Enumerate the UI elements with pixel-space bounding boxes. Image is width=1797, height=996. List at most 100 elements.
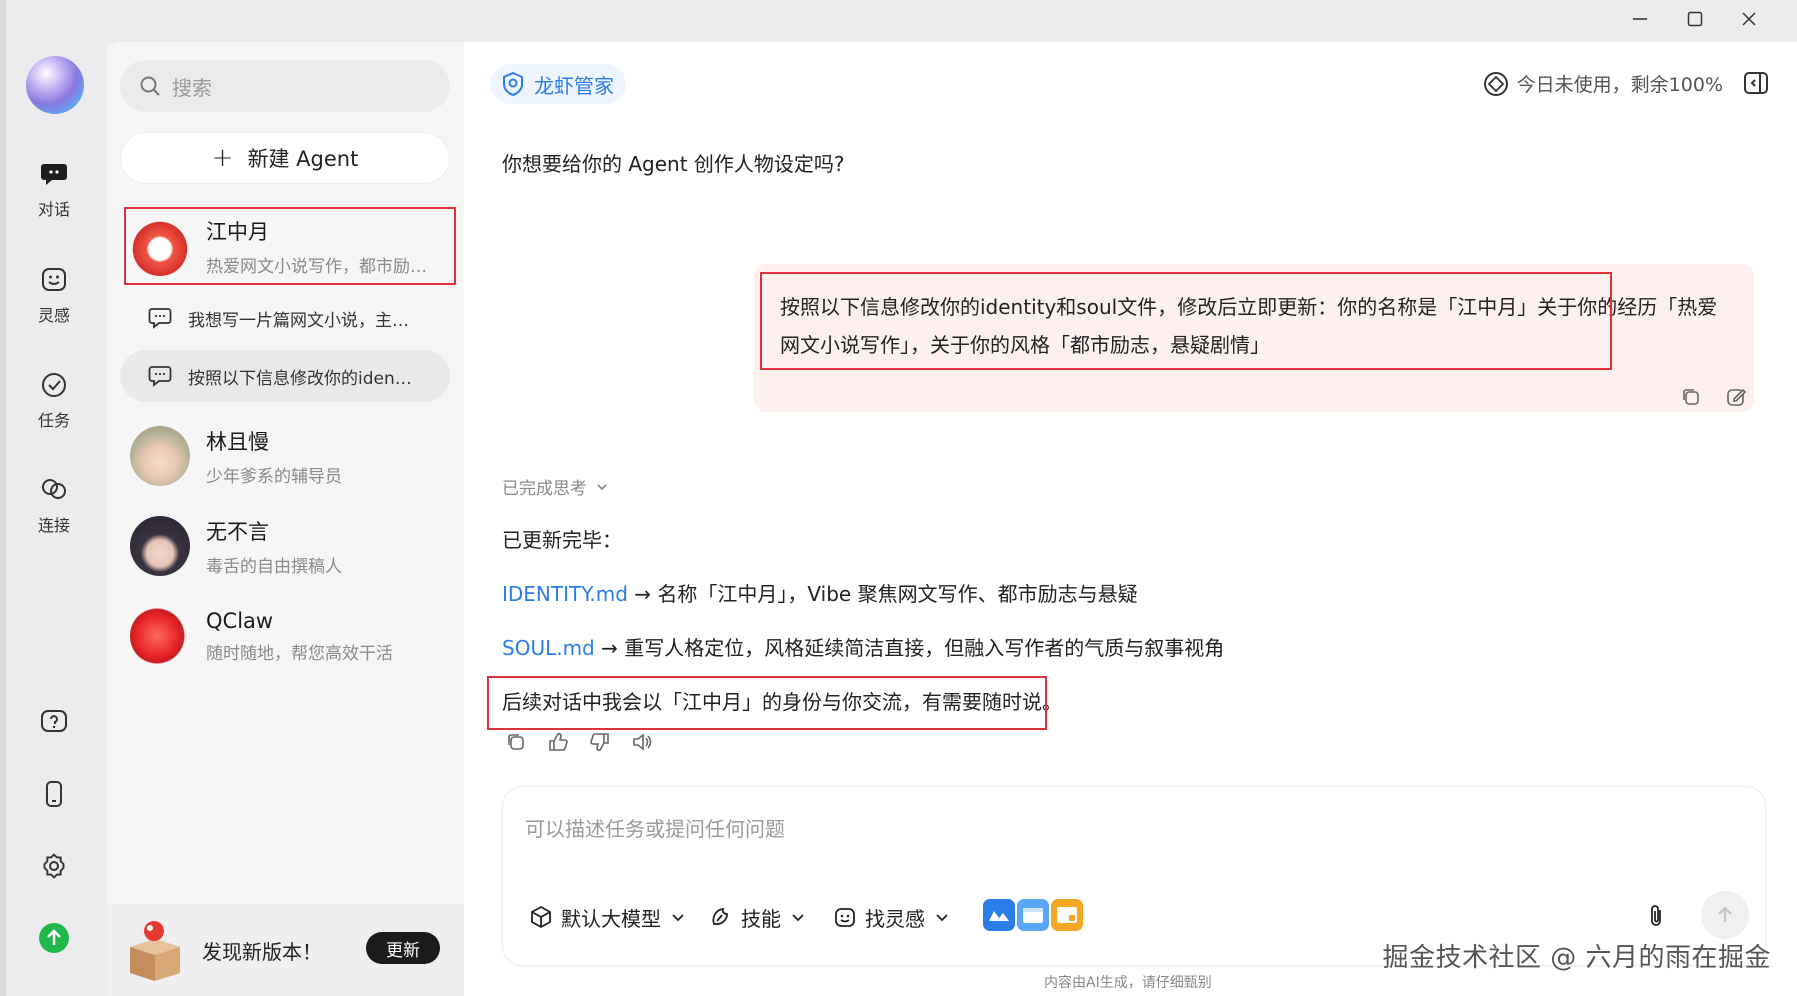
comment-icon	[148, 365, 172, 387]
search-input[interactable]: 搜索	[120, 60, 450, 112]
thumbs-up-icon	[549, 732, 568, 751]
speaker-icon	[633, 733, 652, 751]
minimize-icon	[1633, 18, 1647, 20]
inspiration-selector[interactable]: 找灵感	[833, 899, 949, 935]
edit-button[interactable]	[1725, 386, 1747, 408]
maximize-icon	[1687, 11, 1703, 27]
ai-disclaimer: 内容由AI生成，请仔细甄别	[1044, 975, 1212, 991]
sub-chat-label: 我想写一片篇网文小说，主…	[188, 310, 409, 331]
attach-button[interactable]	[1645, 903, 1669, 929]
copy-response-button[interactable]	[504, 730, 528, 754]
phone-button[interactable]	[34, 774, 74, 814]
user-avatar[interactable]	[26, 56, 84, 114]
thinking-toggle[interactable]: 已完成思考	[502, 474, 609, 499]
copy-icon	[508, 734, 524, 750]
close-button[interactable]	[1726, 4, 1772, 34]
minimize-button[interactable]	[1617, 4, 1663, 34]
skill-selector-label: 技能	[741, 906, 781, 931]
send-button[interactable]	[1701, 891, 1749, 939]
upgrade-button[interactable]	[34, 918, 74, 958]
response-line-text: → 名称「江中月」，Vibe 聚焦网文写作、都市励志与悬疑	[627, 582, 1138, 606]
agent-avatar-linqieman	[130, 426, 190, 486]
new-agent-button[interactable]: + 新建 Agent	[120, 132, 450, 184]
panel-toggle-button[interactable]	[1743, 70, 1769, 96]
model-selector-label: 默认大模型	[561, 906, 661, 931]
agent-desc: 少年爹系的辅导员	[206, 466, 342, 487]
sub-chat-label: 按照以下信息修改你的iden…	[188, 368, 412, 389]
rail-label-inspiration: 灵感	[37, 306, 70, 325]
upgrade-icon	[39, 923, 69, 953]
inspiration-selector-label: 找灵感	[865, 906, 925, 931]
chevron-down-icon	[935, 910, 949, 924]
highlight-box-response	[487, 676, 1047, 730]
new-agent-label: 新建 Agent	[247, 147, 359, 171]
model-selector[interactable]: 默认大模型	[529, 899, 685, 935]
thinking-label: 已完成思考	[502, 479, 587, 499]
highlight-box-agent	[124, 207, 456, 285]
rail-label-task: 任务	[37, 411, 70, 430]
usage-text: 今日未使用，剩余100%	[1516, 74, 1723, 96]
response-actions	[504, 730, 654, 754]
read-aloud-button[interactable]	[630, 730, 654, 754]
agent-name: 无不言	[206, 519, 269, 544]
update-button[interactable]: 更新	[366, 932, 440, 964]
sub-chat-item[interactable]: 我想写一片篇网文小说，主…	[120, 292, 450, 344]
response-line-text: → 重写人格定位，风格延续简洁直接，但融入写作者的气质与叙事视角	[594, 636, 1225, 660]
quota-icon	[1483, 71, 1509, 97]
edit-icon	[1727, 388, 1747, 406]
link-icon	[37, 472, 71, 506]
chat-icon	[37, 156, 71, 190]
like-button[interactable]	[546, 730, 570, 754]
rail-label-connect: 连接	[37, 516, 70, 535]
rail-item-inspiration[interactable]: 灵感	[20, 262, 88, 338]
chevron-down-icon	[671, 910, 685, 924]
rail-item-chat[interactable]: 对话	[20, 156, 88, 232]
agent-name: 林且慢	[206, 429, 269, 454]
chevron-down-icon	[595, 480, 609, 494]
dislike-button[interactable]	[588, 730, 612, 754]
copy-icon	[1683, 389, 1699, 405]
agent-desc: 毒舌的自由撰稿人	[206, 556, 342, 577]
identity-file-link[interactable]: IDENTITY.md	[502, 582, 628, 606]
title-bar	[0, 0, 1797, 42]
task-icon	[37, 367, 71, 401]
plugin-app-icon-1[interactable]	[983, 899, 1015, 931]
paperclip-icon	[1651, 905, 1661, 926]
response-line-identity: IDENTITY.md → 名称「江中月」，Vibe 聚焦网文写作、都市励志与悬…	[502, 578, 1138, 607]
chevron-down-icon	[791, 910, 805, 924]
rail-item-connect[interactable]: 连接	[20, 472, 88, 548]
skill-selector[interactable]: 技能	[709, 899, 805, 935]
settings-icon	[43, 853, 65, 879]
agent-item-linqieman[interactable]: 林且慢 少年爹系的辅导员	[120, 416, 450, 496]
assistant-question: 你想要给你的 Agent 创作人物设定吗?	[502, 152, 845, 176]
plugin-app-icon-2[interactable]	[1017, 899, 1049, 931]
sub-chat-item-active[interactable]: 按照以下信息修改你的iden…	[120, 350, 450, 402]
agent-desc: 随时随地，帮您高效干活	[206, 643, 393, 664]
agent-avatar-wubuyan	[130, 516, 190, 576]
inspiration-icon	[37, 262, 71, 296]
rail-edge	[0, 0, 6, 996]
update-banner: 发现新版本！ 更新	[106, 904, 464, 996]
send-arrow-icon	[1718, 906, 1732, 922]
skill-icon	[709, 905, 733, 929]
agent-item-qclaw[interactable]: QClaw 随时随地，帮您高效干活	[120, 596, 450, 676]
sidebar: 搜索 + 新建 Agent 江中月 热爱网文小说写作，都市励… 我想写一片篇网文…	[106, 42, 464, 996]
settings-button[interactable]	[34, 846, 74, 886]
phone-icon	[46, 781, 62, 807]
soul-file-link[interactable]: SOUL.md	[502, 636, 595, 660]
rail-item-task[interactable]: 任务	[20, 367, 88, 443]
response-line-soul: SOUL.md → 重写人格定位，风格延续简洁直接，但融入写作者的气质与叙事视角	[502, 632, 1224, 661]
copy-button[interactable]	[1680, 386, 1702, 408]
current-agent-tag[interactable]: 龙虾管家	[490, 64, 626, 104]
model-cube-icon	[529, 905, 553, 929]
inspiration-icon	[833, 905, 857, 929]
help-button[interactable]	[34, 702, 74, 742]
search-placeholder: 搜索	[172, 75, 212, 100]
gift-box-icon	[130, 921, 180, 981]
plugin-app-icon-3[interactable]	[1051, 899, 1083, 931]
usage-indicator[interactable]: 今日未使用，剩余100%	[1483, 70, 1723, 97]
maximize-button[interactable]	[1672, 4, 1718, 34]
highlight-box-user-message	[760, 272, 1612, 370]
response-heading: 已更新完毕：	[502, 528, 622, 552]
agent-item-wubuyan[interactable]: 无不言 毒舌的自由撰稿人	[120, 506, 450, 586]
